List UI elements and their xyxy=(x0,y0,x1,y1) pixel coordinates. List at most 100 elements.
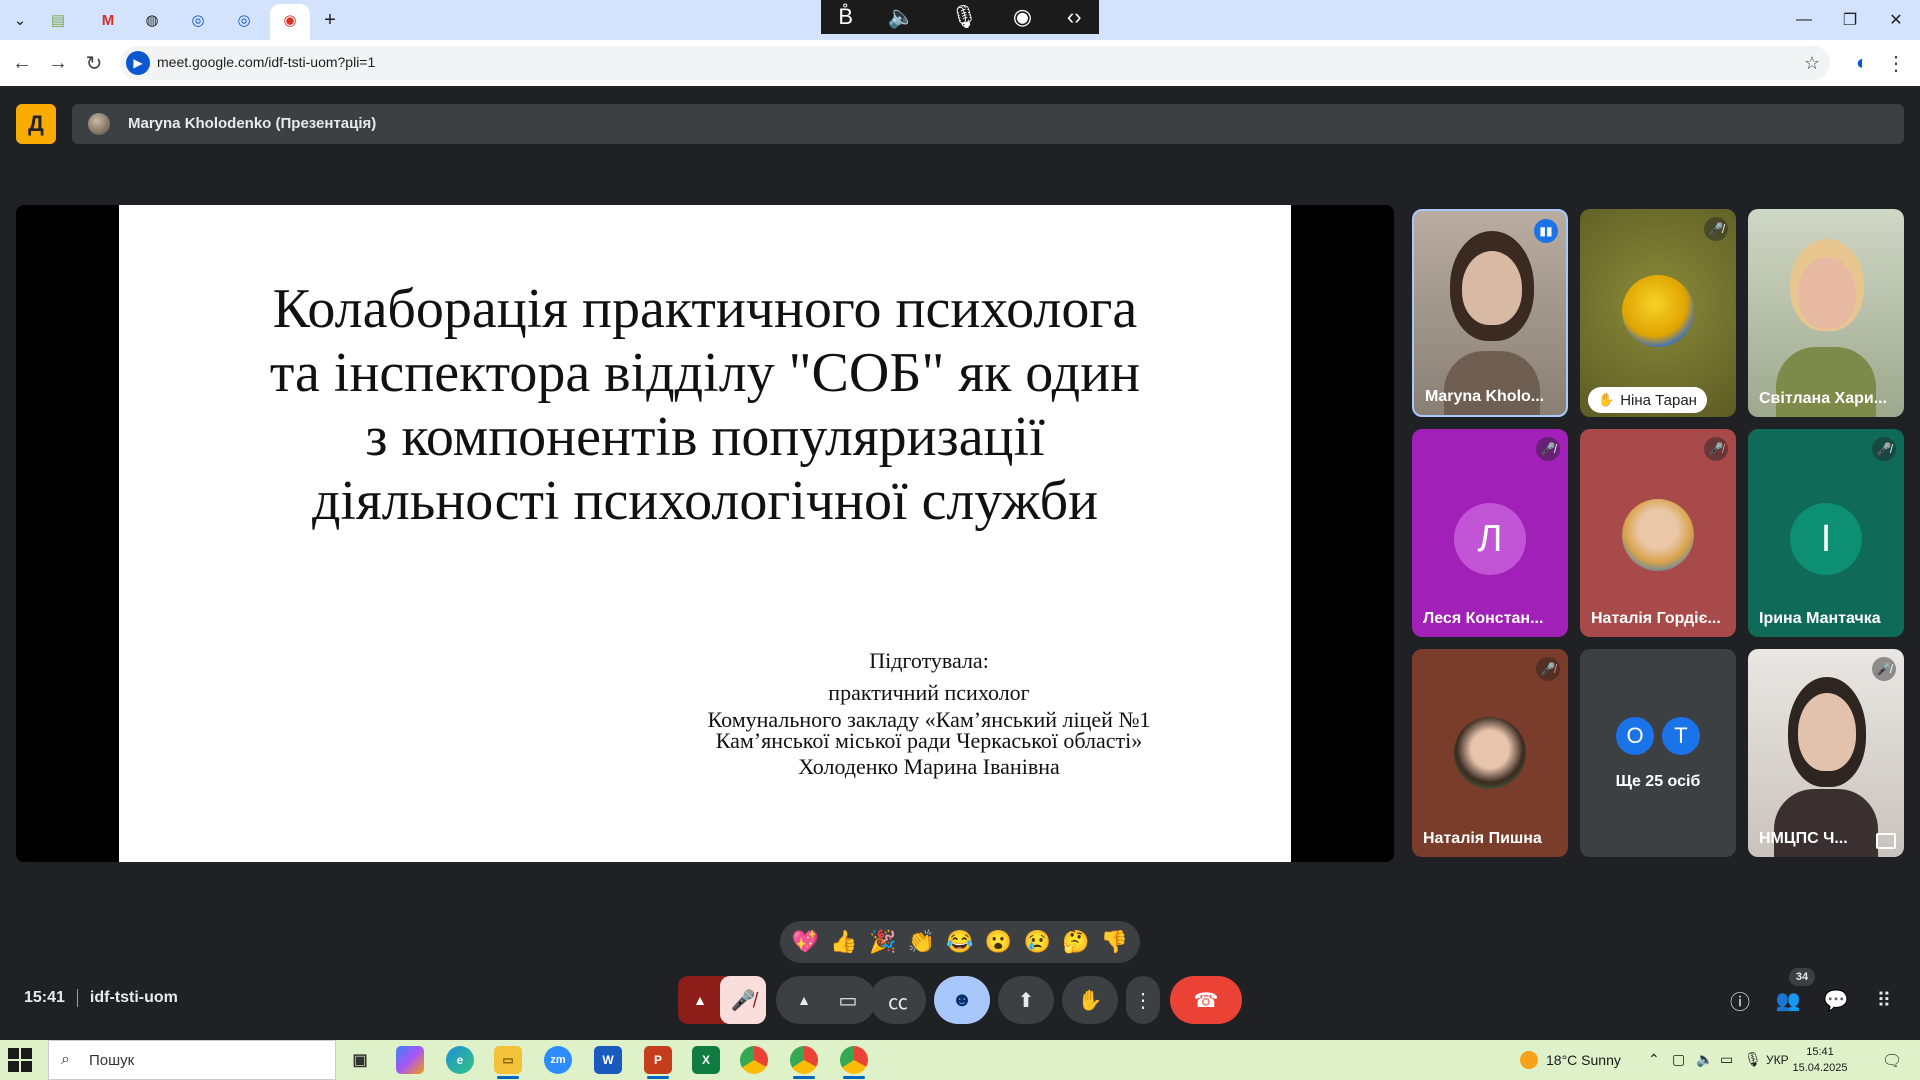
emoji-icon: ☻ xyxy=(951,988,973,1011)
taskbar-search-box[interactable]: ⌕ Пошук xyxy=(48,1040,336,1080)
reload-button[interactable]: ↻ xyxy=(80,49,108,77)
participant-tile[interactable]: 🎤̸ ✋ Ніна Таран xyxy=(1580,209,1736,417)
meet-app-logo[interactable]: Д xyxy=(16,104,56,144)
more-options-button[interactable]: ⋮ xyxy=(1126,976,1160,1024)
reaction-laughing[interactable]: 😂 xyxy=(942,929,978,955)
hand-raised-icon: ✋ xyxy=(1598,392,1615,407)
captions-icon: ㏄ xyxy=(888,991,908,1014)
captions-button[interactable]: ㏄ xyxy=(870,976,926,1024)
restore-button[interactable]: ❐ xyxy=(1830,6,1870,34)
speaking-indicator-icon: ▮▮ xyxy=(1534,219,1558,243)
presentation-slide: Колаборація практичного психолога та інс… xyxy=(119,205,1291,862)
clock-time: 15:41 xyxy=(1806,1046,1834,1058)
chat-button[interactable]: 💬 xyxy=(1818,982,1854,1018)
participant-tile[interactable]: 🎤̸ Наталія Гордіє... xyxy=(1580,429,1736,637)
task-view-icon[interactable]: ▣ xyxy=(346,1046,374,1074)
broadcast-icon[interactable]: ◉ xyxy=(1013,4,1032,30)
excel-icon[interactable]: X xyxy=(692,1046,720,1074)
participant-name: Ірина Мантачка xyxy=(1759,610,1881,627)
reaction-thumbs-up[interactable]: 👍 xyxy=(826,929,862,955)
reaction-thumbs-down[interactable]: 👎 xyxy=(1097,929,1133,955)
present-screen-button[interactable]: ⬆ xyxy=(998,976,1054,1024)
start-button[interactable] xyxy=(8,1048,32,1072)
site-info-icon[interactable]: ▶ xyxy=(126,51,150,75)
participant-tile[interactable]: Л 🎤̸ Леся Констан... xyxy=(1412,429,1568,637)
leave-call-button[interactable]: ☎ xyxy=(1170,976,1242,1024)
taskbar-clock[interactable]: 15:41 15.04.2025 xyxy=(1790,1044,1850,1076)
address-bar[interactable]: ▶ meet.google.com/idf-tsti-uom?pli=1 xyxy=(120,46,1830,80)
microphone-toggle-button[interactable]: 🎤̸ xyxy=(720,976,766,1024)
network-icon[interactable]: ▭ xyxy=(1720,1051,1733,1068)
volume-icon[interactable]: 🔈 xyxy=(1696,1051,1713,1068)
participant-name: НМЦПС Ч... xyxy=(1759,830,1848,847)
copilot-icon[interactable] xyxy=(396,1046,424,1074)
weather-sun-icon[interactable] xyxy=(1520,1051,1538,1069)
reaction-crying[interactable]: 😢 xyxy=(1019,929,1055,955)
raise-hand-button[interactable]: ✋ xyxy=(1062,976,1118,1024)
participant-avatar: І xyxy=(1790,503,1862,575)
reactions-bar: 💖 👍 🎉 👏 😂 😮 😢 🤔 👎 xyxy=(780,921,1140,963)
weather-text[interactable]: 18°C Sunny xyxy=(1546,1052,1621,1068)
people-button[interactable]: 👥 xyxy=(1770,982,1806,1018)
info-icon: ⓘ xyxy=(1730,991,1750,1014)
browser-tab-strip: ⌄ ▤ M ◍ ◎ ◎ ◉ + B̊ 🔈 🎙 ◉ ‹› — ❐ ✕ xyxy=(0,0,1920,40)
camera-icon[interactable]: ▭ xyxy=(826,988,870,1013)
tab-docs-icon[interactable]: ▤ xyxy=(46,8,70,32)
reaction-thinking[interactable]: 🤔 xyxy=(1058,929,1094,955)
tray-meet-icon[interactable]: ▢ xyxy=(1672,1051,1685,1068)
hand-raised-badge: ✋ Ніна Таран xyxy=(1588,387,1707,413)
tab-gmail-icon[interactable]: M xyxy=(96,8,120,32)
new-tab-button[interactable]: + xyxy=(318,8,342,32)
reaction-surprised[interactable]: 😮 xyxy=(981,929,1017,955)
camera-options-chevron-icon[interactable]: ▲ xyxy=(782,992,826,1008)
mic-options-chevron-icon[interactable]: ▲ xyxy=(678,992,722,1008)
minimize-button[interactable]: — xyxy=(1784,6,1824,34)
reaction-party-popper[interactable]: 🎉 xyxy=(865,929,901,955)
meet-window: Д Maryna Kholodenko (Презентація) Колабо… xyxy=(0,86,1920,1040)
back-button[interactable]: ← xyxy=(8,49,36,77)
bookmark-star-icon[interactable]: ☆ xyxy=(1798,49,1826,77)
chrome-profile-icon[interactable] xyxy=(790,1046,818,1074)
profile-icon[interactable]: ◐ xyxy=(1848,49,1876,77)
tab-globe-icon[interactable]: ◍ xyxy=(140,8,164,32)
participant-name: Наталія Пишна xyxy=(1423,830,1542,847)
reactions-button[interactable]: ☻ xyxy=(934,976,990,1024)
pin-self-view-icon[interactable] xyxy=(1876,833,1896,849)
hand-icon: ✋ xyxy=(1077,989,1103,1012)
zoom-icon[interactable]: zm xyxy=(544,1046,572,1074)
file-explorer-icon[interactable]: ▭ xyxy=(494,1046,522,1074)
url-text[interactable]: meet.google.com/idf-tsti-uom?pli=1 xyxy=(157,54,375,70)
browser-menu-icon[interactable]: ⋮ xyxy=(1882,49,1910,77)
tab-recording-icon[interactable]: ◉ xyxy=(278,8,302,32)
camera-control-group: ▲ ▭ xyxy=(776,976,876,1024)
edge-icon[interactable]: e xyxy=(446,1046,474,1074)
participant-tile[interactable]: Світлана Хари... xyxy=(1748,209,1904,417)
tab-account-icon[interactable]: ◎ xyxy=(232,8,256,32)
activities-button[interactable]: ⠿ xyxy=(1866,982,1902,1018)
mic-off-icon: 🎤̸ xyxy=(1536,657,1560,681)
participant-tile[interactable]: І 🎤̸ Ірина Мантачка xyxy=(1748,429,1904,637)
participant-tile[interactable]: ▮▮ Maryna Kholo... xyxy=(1412,209,1568,417)
reaction-sparkling-heart[interactable]: 💖 xyxy=(787,929,823,955)
notifications-icon[interactable]: 🗨 xyxy=(1882,1051,1902,1071)
tab-account-icon[interactable]: ◎ xyxy=(186,8,210,32)
bo-icon[interactable]: B̊ xyxy=(838,4,853,30)
chrome-icon[interactable] xyxy=(740,1046,768,1074)
participant-tile[interactable]: 🎤̸ Наталія Пишна xyxy=(1412,649,1568,857)
powerpoint-icon[interactable]: P xyxy=(644,1046,672,1074)
reaction-clapping[interactable]: 👏 xyxy=(903,929,939,955)
mic-icon[interactable]: 🎙 xyxy=(950,4,978,30)
more-participants-tile[interactable]: О Т Ще 25 осіб xyxy=(1580,649,1736,857)
participant-tile[interactable]: 🎤̸ НМЦПС Ч... xyxy=(1748,649,1904,857)
forward-button[interactable]: → xyxy=(44,49,72,77)
close-window-button[interactable]: ✕ xyxy=(1876,6,1916,34)
meeting-details-button[interactable]: ⓘ xyxy=(1722,982,1758,1018)
code-icon[interactable]: ‹› xyxy=(1067,4,1082,30)
speaker-icon[interactable]: 🔈 xyxy=(888,4,915,30)
chrome-profile-icon[interactable] xyxy=(840,1046,868,1074)
tab-search-chevron-icon[interactable]: ⌄ xyxy=(8,8,32,32)
tray-mic-icon[interactable]: 🎙 xyxy=(1744,1051,1762,1068)
word-icon[interactable]: W xyxy=(594,1046,622,1074)
input-language[interactable]: УКР xyxy=(1766,1053,1789,1067)
tray-chevron-icon[interactable]: ⌃ xyxy=(1648,1051,1660,1068)
